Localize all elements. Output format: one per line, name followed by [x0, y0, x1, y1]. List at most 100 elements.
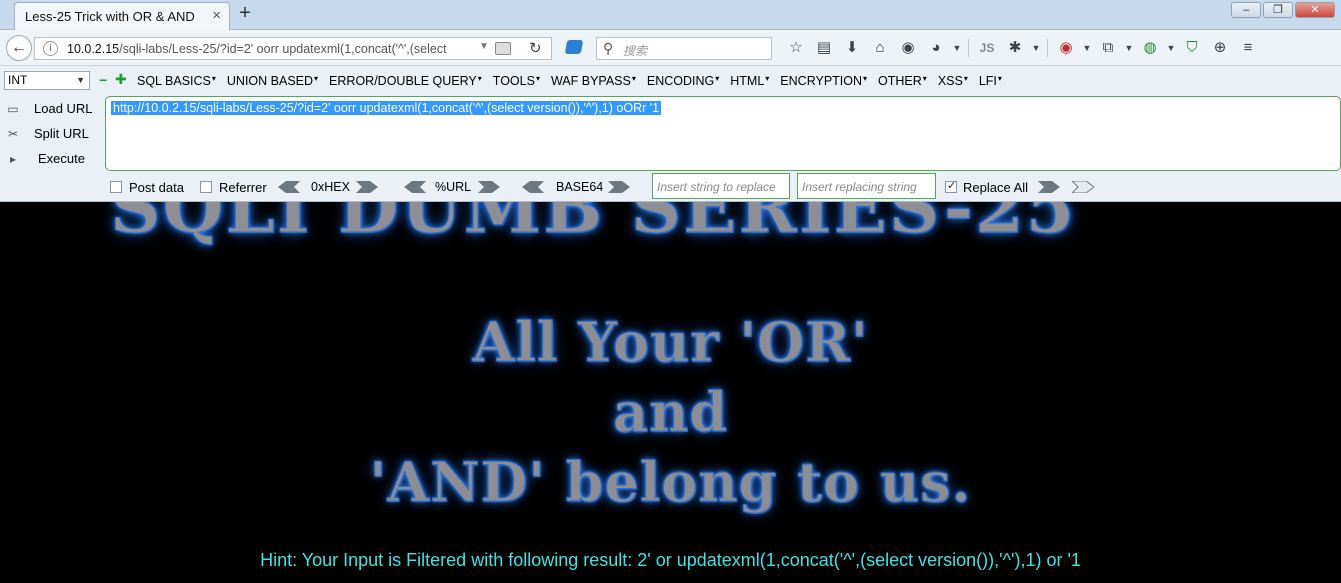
browser-tab[interactable]: Less-25 Trick with OR & AND × [14, 2, 230, 30]
bookmark-star-icon[interactable]: ☆ [782, 38, 810, 58]
slogan-line-3: 'AND' belong to us. [369, 450, 972, 515]
chevron-down-icon: ▼ [76, 75, 85, 85]
clipboard-dropdown-icon[interactable]: ▼ [1122, 38, 1136, 58]
search-icon: ⚲ [603, 40, 614, 56]
slogan-line-1: All Your 'OR' [472, 310, 869, 375]
site-identity-icon[interactable] [564, 40, 584, 54]
menu-tools[interactable]: TOOLS [493, 74, 540, 88]
maximize-button[interactable]: ❐ [1263, 2, 1293, 18]
cookie-dropdown-icon[interactable]: ▼ [950, 38, 964, 58]
referrer-label: Referrer [219, 180, 267, 195]
replacing-string-input[interactable]: Insert replacing string [797, 173, 936, 199]
post-data-checkbox[interactable] [110, 181, 122, 193]
hackbar-actions: ▭ Load URL ✂ Split URL ▸ Execute [6, 98, 100, 173]
url-encode-arrow-icon[interactable] [478, 181, 500, 193]
page-banner: SQLI DUMB SERIES-25 [109, 202, 1077, 250]
toolbar-icons: ☆ ▤ ⬇ ⌂ ◉ ◕ ▼ JS ✱ ▼ ◉ ▼ ⧉ ▼ ◍ ▼ ⛉ ⊕ ≡ [782, 38, 1262, 58]
increase-icon[interactable]: ✚ [115, 71, 127, 88]
execute-icon: ▸ [9, 152, 17, 166]
menu-other[interactable]: OTHER [878, 74, 927, 88]
firebug-icon[interactable]: ✱ [1001, 38, 1029, 58]
firebug-dropdown-icon[interactable]: ▼ [1029, 38, 1043, 58]
bookmarks-list-icon[interactable]: ▤ [810, 38, 838, 58]
clipboard-icon[interactable]: ⧉ [1094, 38, 1122, 58]
back-button[interactable]: ← [6, 35, 32, 61]
slogan-line-2: and [612, 380, 728, 445]
menu-union-based[interactable]: UNION BASED [227, 74, 318, 88]
cookie-icon[interactable]: ◕ [922, 38, 950, 58]
menu-error-double-query[interactable]: ERROR/DOUBLE QUERY [329, 74, 482, 88]
hex-label: 0xHEX [311, 180, 350, 194]
url-decode-arrow-icon[interactable] [404, 181, 426, 193]
menu-html[interactable]: HTML [730, 74, 769, 88]
toolbar-separator [968, 39, 969, 57]
page-content: SQLI DUMB SERIES-25 All Your 'OR' and 'A… [0, 202, 1341, 583]
hackbar-panel: INT ▼ − ✚ SQL BASICS UNION BASED ERROR/D… [0, 66, 1341, 202]
history-dropdown-icon[interactable]: ▼ [479, 41, 489, 52]
urlenc-label: %URL [435, 180, 472, 194]
replace-all-checkbox[interactable] [945, 179, 957, 193]
filter-hint: Hint: Your Input is Filtered with follow… [260, 550, 1081, 570]
reload-icon[interactable]: ↻ [529, 39, 542, 57]
search-box[interactable]: ⚲ 搜索 [596, 37, 772, 60]
close-tab-icon[interactable]: × [212, 7, 221, 24]
hackbar-url-textarea[interactable]: http://10.0.2.15/sqli-labs/Less-25/?id=2… [105, 96, 1341, 171]
tab-title: Less-25 Trick with OR & AND [25, 9, 195, 24]
address-path: /sqli-labs/Less-25/?id=2' oorr updatexml… [119, 42, 447, 56]
navigation-bar: ← i 10.0.2.15/sqli-labs/Less-25/?id=2' o… [0, 30, 1341, 66]
hackbar-options: Post data Referrer 0xHEX %URL BASE64 Ins… [110, 173, 1341, 199]
address-text[interactable]: 10.0.2.15/sqli-labs/Less-25/?id=2' oorr … [67, 42, 477, 56]
tab-strip: Less-25 Trick with OR & AND × + – ❐ ✕ [0, 0, 1341, 30]
wappalyzer-icon[interactable]: ⛉ [1178, 38, 1206, 58]
window-controls: – ❐ ✕ [1231, 2, 1335, 18]
decrease-icon[interactable]: − [99, 72, 107, 88]
base64-label: BASE64 [556, 180, 604, 194]
menu-encoding[interactable]: ENCODING [647, 74, 719, 88]
referrer-checkbox[interactable] [200, 181, 212, 193]
address-host: 10.0.2.15 [67, 42, 120, 56]
base64-encode-arrow-icon[interactable] [608, 181, 630, 193]
menu-lfi[interactable]: LFI [979, 74, 1002, 88]
menu-waf-bypass[interactable]: WAF BYPASS [551, 74, 636, 88]
search-placeholder: 搜索 [623, 44, 648, 58]
post-data-label: Post data [129, 180, 184, 195]
addon-globe-icon[interactable]: ◉ [894, 38, 922, 58]
info-icon[interactable]: i [43, 41, 58, 56]
type-select-value: INT [8, 73, 28, 87]
base64-decode-arrow-icon[interactable] [522, 181, 544, 193]
type-select[interactable]: INT ▼ [4, 71, 90, 90]
toolbar-separator [1047, 39, 1048, 57]
replace-all-label: Replace All [963, 180, 1029, 195]
close-window-button[interactable]: ✕ [1295, 2, 1335, 18]
network-dropdown-icon[interactable]: ▼ [1164, 38, 1178, 58]
load-url-icon: ▭ [7, 102, 19, 116]
home-icon[interactable]: ⌂ [866, 38, 894, 58]
replace-string-input[interactable]: Insert string to replace [652, 173, 790, 199]
split-url-label: Split URL [34, 126, 89, 141]
network-globe-icon[interactable]: ◍ [1136, 38, 1164, 58]
javascript-toggle-icon[interactable]: JS [973, 38, 1001, 58]
hackbar-menu: SQL BASICS UNION BASED ERROR/DOUBLE QUER… [137, 74, 1013, 88]
split-url-button[interactable]: ✂ Split URL [6, 123, 100, 148]
hex-decode-arrow-icon[interactable] [278, 181, 300, 193]
proxy-globe-icon[interactable]: ⊕ [1206, 38, 1234, 58]
replace-next-arrow-icon[interactable] [1072, 181, 1094, 193]
downloads-icon[interactable]: ⬇ [838, 38, 866, 58]
hackbar-dropdown-icon[interactable]: ▼ [1080, 38, 1094, 58]
minimize-button[interactable]: – [1231, 2, 1261, 18]
replace-arrow-icon[interactable] [1038, 181, 1060, 193]
execute-button[interactable]: ▸ Execute [6, 148, 100, 173]
hackbar-toggle-icon[interactable]: ◉ [1052, 38, 1080, 58]
execute-label: Execute [38, 151, 85, 166]
url-textarea-value: http://10.0.2.15/sqli-labs/Less-25/?id=2… [111, 101, 662, 115]
menu-sql-basics[interactable]: SQL BASICS [137, 74, 216, 88]
load-url-label: Load URL [34, 101, 93, 116]
hex-encode-arrow-icon[interactable] [356, 181, 378, 193]
new-tab-button[interactable]: + [234, 2, 256, 25]
menu-xss[interactable]: XSS [938, 74, 968, 88]
reader-view-icon[interactable] [495, 42, 511, 55]
menu-icon[interactable]: ≡ [1234, 38, 1262, 58]
load-url-button[interactable]: ▭ Load URL [6, 98, 100, 123]
menu-encryption[interactable]: ENCRYPTION [780, 74, 867, 88]
address-bar[interactable]: i 10.0.2.15/sqli-labs/Less-25/?id=2' oor… [34, 37, 552, 60]
